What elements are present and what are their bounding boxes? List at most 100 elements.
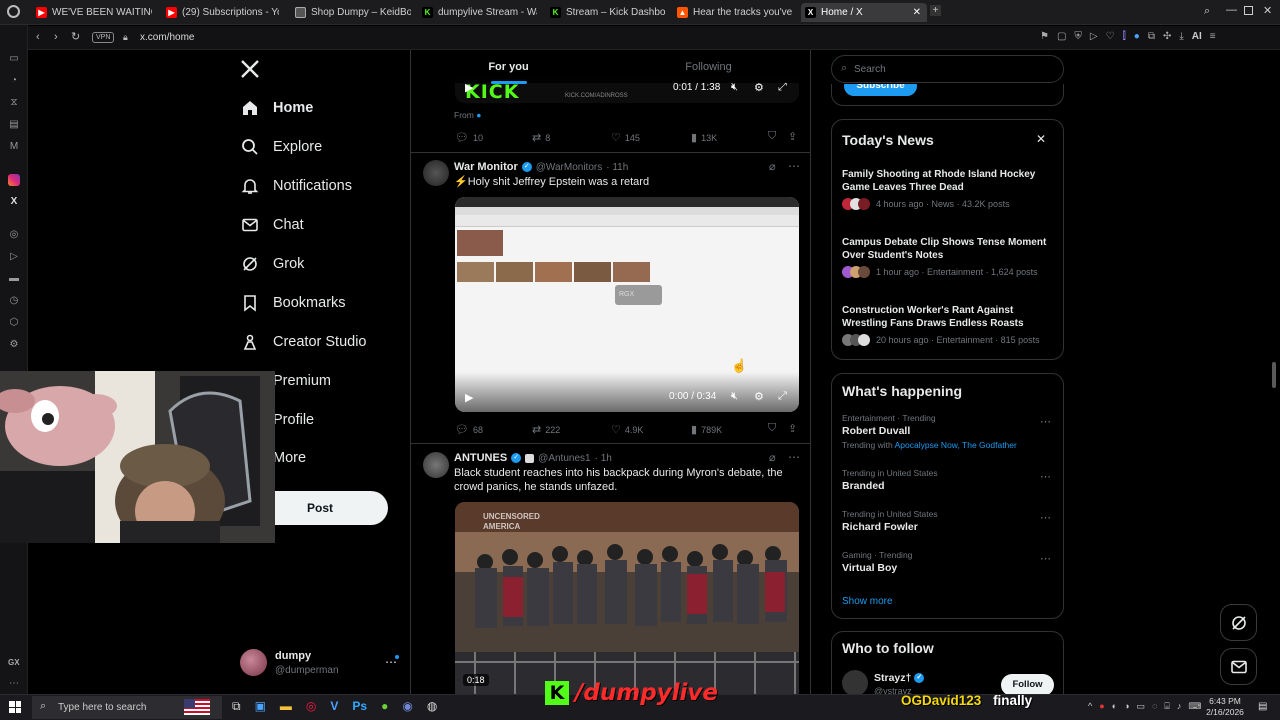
tweet-time[interactable]: · 1h xyxy=(595,453,612,464)
more-options-icon[interactable]: ⋯ xyxy=(788,450,800,464)
tray-chevron-icon[interactable]: ^ xyxy=(1088,701,1092,712)
show-more-link[interactable]: Show more xyxy=(842,596,893,607)
search-input[interactable]: ⌕ Search xyxy=(831,55,1064,83)
reply-button[interactable]: 💬︎ 68 xyxy=(455,423,483,436)
tray-app-icon[interactable]: ◌ xyxy=(1152,701,1157,712)
minimize-icon[interactable]: — xyxy=(1226,4,1237,16)
taskbar-clock[interactable]: 6:43 PM 2/16/2026 xyxy=(1200,696,1250,718)
like-button[interactable]: ♡ 4.9K xyxy=(611,423,643,436)
forward-icon[interactable]: › xyxy=(54,31,58,43)
trend-item[interactable]: Trending in United States Richard Fowler… xyxy=(842,509,1057,533)
browser-tab[interactable]: ▶WE'VE BEEN WAITING FO xyxy=(36,3,152,22)
account-switcher[interactable]: dumpy @dumperman ⋯ xyxy=(240,648,400,680)
sidebar-x-icon[interactable]: X xyxy=(8,196,20,208)
trend-item[interactable]: Entertainment · Trending Robert Duvall T… xyxy=(842,413,1057,450)
trend-item[interactable]: Trending in United States Branded ⋯ xyxy=(842,468,1057,492)
mute-icon[interactable]: 🔇︎ xyxy=(731,390,738,403)
close-icon[interactable]: ✕ xyxy=(913,7,921,18)
trend-extra-links[interactable]: Apocalypse Now, The Godfather xyxy=(895,440,1017,450)
play-icon[interactable]: ▷ xyxy=(1090,31,1098,42)
fullscreen-icon[interactable]: ⤢ xyxy=(778,390,787,403)
like-button[interactable]: ♡ 145 xyxy=(611,131,640,144)
avatar[interactable] xyxy=(423,160,449,186)
sidebar-history-icon[interactable]: ◔ xyxy=(8,75,20,87)
app-icon-blue[interactable]: ▣ xyxy=(255,699,266,714)
bookmark-button[interactable]: ⛉ xyxy=(768,130,780,143)
share-button[interactable]: ⇪ xyxy=(788,130,801,143)
restore-icon[interactable] xyxy=(1244,6,1253,15)
extensions-icon[interactable]: ⧉ xyxy=(1148,31,1155,42)
more-options-icon[interactable]: ⋯ xyxy=(1040,552,1051,565)
tab-for-you[interactable]: For you xyxy=(451,61,566,73)
twitch-icon[interactable]: ⫿ xyxy=(1123,31,1126,42)
sidebar-clock-icon[interactable]: ◷ xyxy=(8,295,20,307)
sidebar-wallet-icon[interactable]: ▬ xyxy=(8,273,20,285)
close-icon[interactable]: ✕ xyxy=(1036,132,1046,146)
news-item[interactable]: Family Shooting at Rhode Island Hockey G… xyxy=(842,168,1052,210)
tray-app-icon[interactable]: ◐ xyxy=(1112,701,1117,712)
nav-grok[interactable]: Grok xyxy=(240,251,304,277)
windows-start-icon[interactable] xyxy=(9,701,21,713)
sidebar-instagram-icon[interactable] xyxy=(8,174,20,186)
share-button[interactable]: ⇪ xyxy=(788,422,801,435)
avatar[interactable] xyxy=(842,670,868,696)
tray-app-icon[interactable]: ◑ xyxy=(1124,701,1129,712)
sidebar-more-icon[interactable]: ⋯ xyxy=(8,678,20,690)
repost-button[interactable]: ⇄ 222 xyxy=(532,423,560,436)
opera-logo-icon[interactable] xyxy=(7,5,20,18)
heart-icon[interactable]: ♡ xyxy=(1106,31,1115,42)
new-tab-button[interactable]: + xyxy=(930,5,941,16)
reply-button[interactable]: 💬︎ 10 xyxy=(455,131,483,144)
nav-creator-studio[interactable]: Creator Studio xyxy=(240,329,367,355)
extensions-puzzle-icon[interactable]: ✣ xyxy=(1163,31,1171,42)
shield-icon[interactable]: ⛨ xyxy=(1074,31,1082,42)
menu-icon[interactable]: ≡ xyxy=(1210,31,1216,42)
messages-float-button[interactable] xyxy=(1220,648,1257,685)
author-name[interactable]: ANTUNES xyxy=(454,452,507,464)
page-scrollbar[interactable] xyxy=(1272,362,1276,388)
url-field[interactable]: x.com/home xyxy=(140,32,194,43)
nav-bookmarks[interactable]: Bookmarks xyxy=(240,290,346,316)
x-logo-icon[interactable] xyxy=(240,59,260,79)
task-view-icon[interactable]: ⧉ xyxy=(232,699,241,714)
download-icon[interactable]: ⤓ xyxy=(1179,31,1183,42)
follow-user-name[interactable]: Strayz† ✓ xyxy=(874,672,925,684)
play-icon[interactable]: ▶ xyxy=(465,391,473,404)
tweet-video[interactable]: RGX ▶ 0:00 / 0:34 🔇︎ ⚙ ⤢ xyxy=(455,197,799,412)
nav-notifications[interactable]: Notifications xyxy=(240,173,352,199)
views-button[interactable]: ▮ 789K xyxy=(691,423,722,436)
ai-button[interactable]: AI xyxy=(1192,31,1202,42)
grok-icon[interactable]: ⌀ xyxy=(769,160,776,173)
tab-following[interactable]: Following xyxy=(651,61,766,73)
app-green-icon[interactable]: ● xyxy=(381,699,388,714)
grok-float-button[interactable] xyxy=(1220,604,1257,641)
repost-button[interactable]: ⇄ 8 xyxy=(532,131,550,144)
file-explorer-icon[interactable]: ▬ xyxy=(280,699,292,714)
discord-icon[interactable]: ◉ xyxy=(402,699,412,714)
views-button[interactable]: ▮ 13K xyxy=(691,131,717,144)
gx-label[interactable]: GX xyxy=(8,658,20,667)
browser-tab[interactable]: Shop Dumpy – KeidBoi xyxy=(295,3,411,22)
notification-icon[interactable]: ▤ xyxy=(1258,701,1267,712)
tweet-video[interactable]: UNCENSORED AMERICA 0:18 xyxy=(455,502,799,695)
vpn-badge[interactable]: VPN xyxy=(92,32,115,43)
nav-explore[interactable]: Explore xyxy=(240,134,322,160)
sidebar-cube-icon[interactable]: ⬡ xyxy=(8,317,20,329)
close-window-icon[interactable]: ✕ xyxy=(1263,4,1272,17)
reload-icon[interactable]: ↻ xyxy=(71,30,80,43)
browser-tab[interactable]: KStream – Kick Dashboard xyxy=(550,3,666,22)
browser-tab[interactable]: ▲Hear the tracks you've lik xyxy=(677,3,792,22)
sidebar-settings-icon[interactable]: ⚙ xyxy=(8,339,20,351)
sidebar-player-icon[interactable]: ◎ xyxy=(8,229,20,241)
snapshot-icon[interactable]: ▢ xyxy=(1057,31,1066,42)
volume-icon[interactable]: ♪ xyxy=(1177,701,1182,712)
settings-icon[interactable]: ⚙ xyxy=(754,390,764,403)
subscribe-button[interactable]: Subscribe xyxy=(844,84,917,96)
nav-home[interactable]: Home xyxy=(240,95,313,121)
tray-app-icon[interactable]: ▭ xyxy=(1137,701,1146,712)
trend-item[interactable]: Gaming · Trending Virtual Boy ⋯ xyxy=(842,550,1057,574)
extension-blue-icon[interactable]: ● xyxy=(1134,31,1140,42)
avatar[interactable] xyxy=(423,452,449,478)
author-handle[interactable]: @WarMonitors xyxy=(536,162,602,173)
bookmark-button[interactable]: ⛉ xyxy=(768,422,780,435)
